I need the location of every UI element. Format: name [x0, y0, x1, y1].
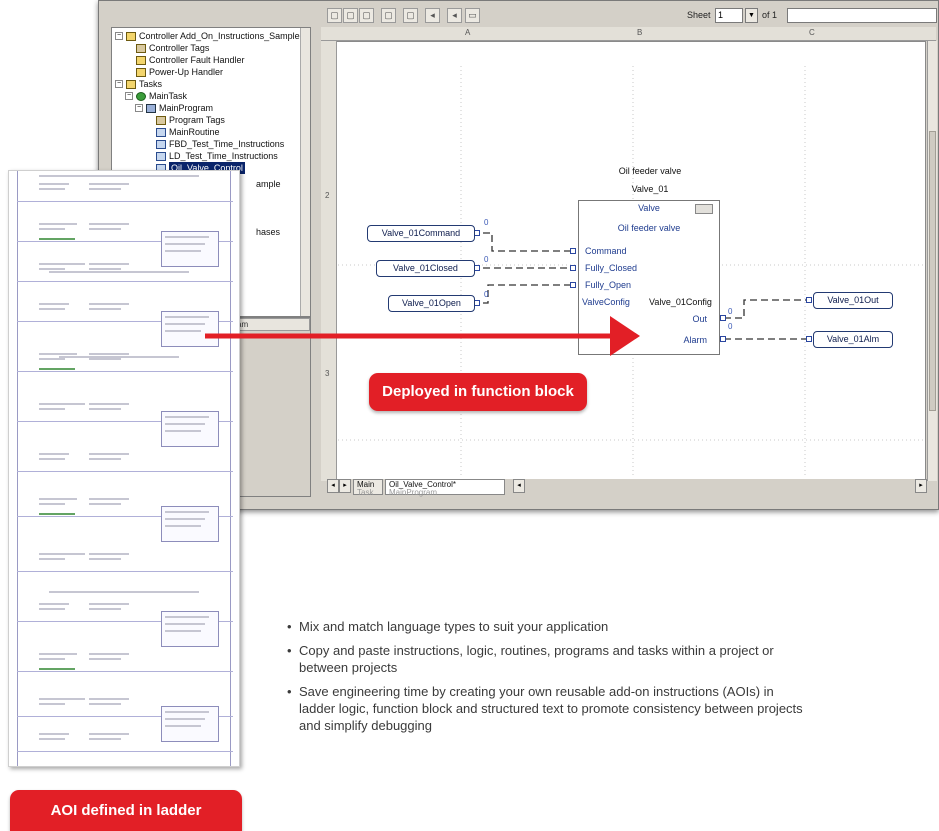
- bullet-item: Copy and paste instructions, logic, rout…: [287, 642, 807, 676]
- page: − Controller Add_On_Instructions_Samples…: [0, 0, 939, 831]
- callout-ladder: AOI defined in ladder: [10, 790, 242, 831]
- bullet-item: Mix and match language types to suit you…: [287, 618, 807, 635]
- callout-function-block: Deployed in function block: [369, 373, 587, 411]
- bullet-item: Save engineering time by creating your o…: [287, 683, 807, 734]
- arrow-head-icon: [610, 316, 640, 356]
- feature-bullet-list: Mix and match language types to suit you…: [287, 618, 807, 741]
